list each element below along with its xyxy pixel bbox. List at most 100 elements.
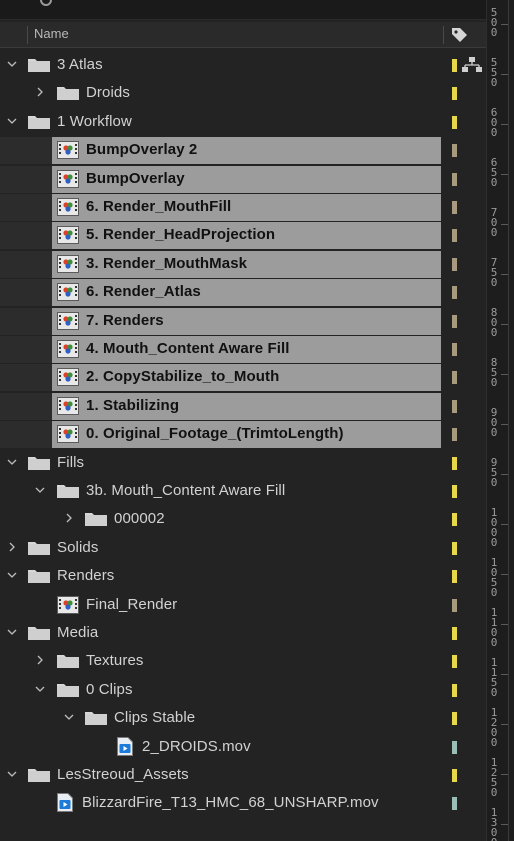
name-column-header[interactable]: Name	[34, 26, 69, 41]
column-divider[interactable]	[27, 26, 28, 44]
folder-row[interactable]: 1 Workflow	[0, 108, 486, 136]
label-color-swatch[interactable]	[452, 598, 457, 612]
chevron-down-icon[interactable]	[6, 768, 18, 780]
label-color-swatch[interactable]	[452, 428, 457, 442]
search-icon[interactable]	[40, 0, 52, 6]
item-name: 3 Atlas	[57, 56, 103, 73]
chevron-right-icon[interactable]	[34, 654, 46, 666]
label-color-swatch[interactable]	[452, 712, 457, 726]
label-color-swatch[interactable]	[452, 740, 457, 754]
folder-row[interactable]: 000002	[0, 505, 486, 533]
composition-icon	[57, 226, 79, 245]
label-color-swatch[interactable]	[452, 172, 457, 186]
folder-row[interactable]: Renders	[0, 562, 486, 590]
search-bar[interactable]	[0, 0, 486, 20]
chevron-down-icon[interactable]	[6, 456, 18, 468]
item-name: Textures	[86, 652, 144, 670]
project-item-row[interactable]: Final_Render	[0, 591, 486, 619]
folder-row[interactable]: Droids	[0, 79, 486, 107]
ruler-tick-label: 1150	[490, 656, 498, 699]
chevron-down-icon[interactable]	[6, 115, 18, 127]
label-color-swatch[interactable]	[452, 229, 457, 243]
label-color-swatch[interactable]	[452, 485, 457, 498]
chevron-down-icon[interactable]	[6, 58, 18, 70]
ruler-tick-mark	[501, 574, 508, 575]
folder-row[interactable]: Textures	[0, 647, 486, 675]
item-name: Renders	[57, 567, 115, 585]
folder-row[interactable]: 3 Atlas	[0, 51, 486, 79]
project-item-row[interactable]: 5. Render_HeadProjection	[0, 221, 486, 250]
folder-row[interactable]: Clips Stable	[0, 704, 486, 732]
project-item-row[interactable]: 6. Render_MouthFill	[0, 193, 486, 221]
chevron-right-icon[interactable]	[34, 86, 46, 98]
label-color-swatch[interactable]	[452, 371, 457, 385]
label-color-swatch[interactable]	[452, 144, 457, 158]
ruler-tick-mark	[501, 174, 508, 175]
ruler-tick-label: 1050	[490, 556, 498, 599]
item-name: 6. Render_Atlas	[86, 283, 201, 301]
selection-indent	[0, 222, 52, 250]
chevron-right-icon[interactable]	[63, 512, 75, 524]
folder-icon	[57, 86, 79, 101]
project-item-row[interactable]: 0. Original_Footage_(TrimtoLength)	[0, 420, 486, 449]
ruler-tick-mark	[501, 724, 508, 725]
chevron-down-icon[interactable]	[34, 683, 46, 695]
chevron-right-icon[interactable]	[6, 541, 18, 553]
chevron-down-icon[interactable]	[34, 484, 46, 496]
column-divider[interactable]	[443, 26, 444, 44]
project-item-row[interactable]: 3. Render_MouthMask	[0, 250, 486, 278]
flowchart-icon[interactable]	[462, 57, 482, 77]
label-color-swatch[interactable]	[452, 286, 457, 300]
label-color-swatch[interactable]	[452, 257, 457, 271]
chevron-down-icon[interactable]	[6, 626, 18, 638]
label-color-swatch[interactable]	[452, 683, 457, 697]
label-color-swatch[interactable]	[452, 513, 457, 527]
folder-row[interactable]: Solids	[0, 534, 486, 562]
composition-icon	[57, 254, 79, 273]
label-color-swatch[interactable]	[452, 399, 457, 413]
label-color-swatch[interactable]	[452, 314, 457, 328]
folder-row[interactable]: Media	[0, 619, 486, 647]
selection-indent	[0, 336, 52, 363]
label-color-swatch[interactable]	[452, 541, 457, 555]
project-item-row[interactable]: 1. Stabilizing	[0, 392, 486, 420]
composition-icon	[57, 595, 79, 614]
ruler-tick-mark	[501, 224, 508, 225]
label-color-swatch[interactable]	[452, 769, 457, 782]
composition-icon	[57, 425, 79, 444]
item-name: 1 Workflow	[57, 112, 132, 130]
folder-row[interactable]: 3b. Mouth_Content Aware Fill	[0, 477, 486, 505]
ruler-tick-label: 700	[490, 206, 498, 239]
project-item-row[interactable]: 4. Mouth_Content Aware Fill	[0, 335, 486, 363]
folder-row[interactable]: Fills	[0, 449, 486, 477]
project-item-row[interactable]: 7. Renders	[0, 307, 486, 335]
label-color-swatch[interactable]	[452, 797, 457, 811]
chevron-down-icon[interactable]	[6, 569, 18, 581]
project-item-row[interactable]: BumpOverlay	[0, 165, 486, 193]
label-color-swatch[interactable]	[452, 627, 457, 640]
label-color-swatch[interactable]	[452, 655, 457, 669]
label-color-swatch[interactable]	[452, 59, 457, 72]
project-item-row[interactable]: BlizzardFire_T13_HMC_68_UNSHARP.mov	[0, 789, 486, 817]
label-color-swatch[interactable]	[452, 87, 457, 101]
folder-row[interactable]: 0 Clips	[0, 676, 486, 704]
label-color-swatch[interactable]	[452, 343, 457, 356]
label-color-swatch[interactable]	[452, 201, 457, 214]
label-color-swatch[interactable]	[452, 115, 457, 129]
project-item-row[interactable]: BumpOverlay 2	[0, 136, 486, 165]
project-item-row[interactable]: 6. Render_Atlas	[0, 278, 486, 307]
ruler-tick-mark	[501, 124, 508, 125]
project-item-row[interactable]: 2. CopyStabilize_to_Mouth	[0, 363, 486, 392]
label-color-swatch[interactable]	[452, 570, 457, 584]
label-color-swatch[interactable]	[452, 456, 457, 470]
label-tag-icon[interactable]	[451, 27, 469, 47]
item-name: 2_DROIDS.mov	[142, 737, 251, 755]
item-name: Clips Stable	[114, 709, 196, 727]
folder-icon	[57, 683, 79, 697]
project-item-row[interactable]: 2_DROIDS.mov	[0, 733, 486, 761]
folder-row[interactable]: LesStreoud_Assets	[0, 761, 486, 789]
ruler-tick-mark	[501, 324, 508, 325]
ruler-tick-mark	[501, 524, 508, 525]
chevron-down-icon[interactable]	[63, 711, 75, 723]
ruler-tick-mark	[501, 774, 508, 775]
